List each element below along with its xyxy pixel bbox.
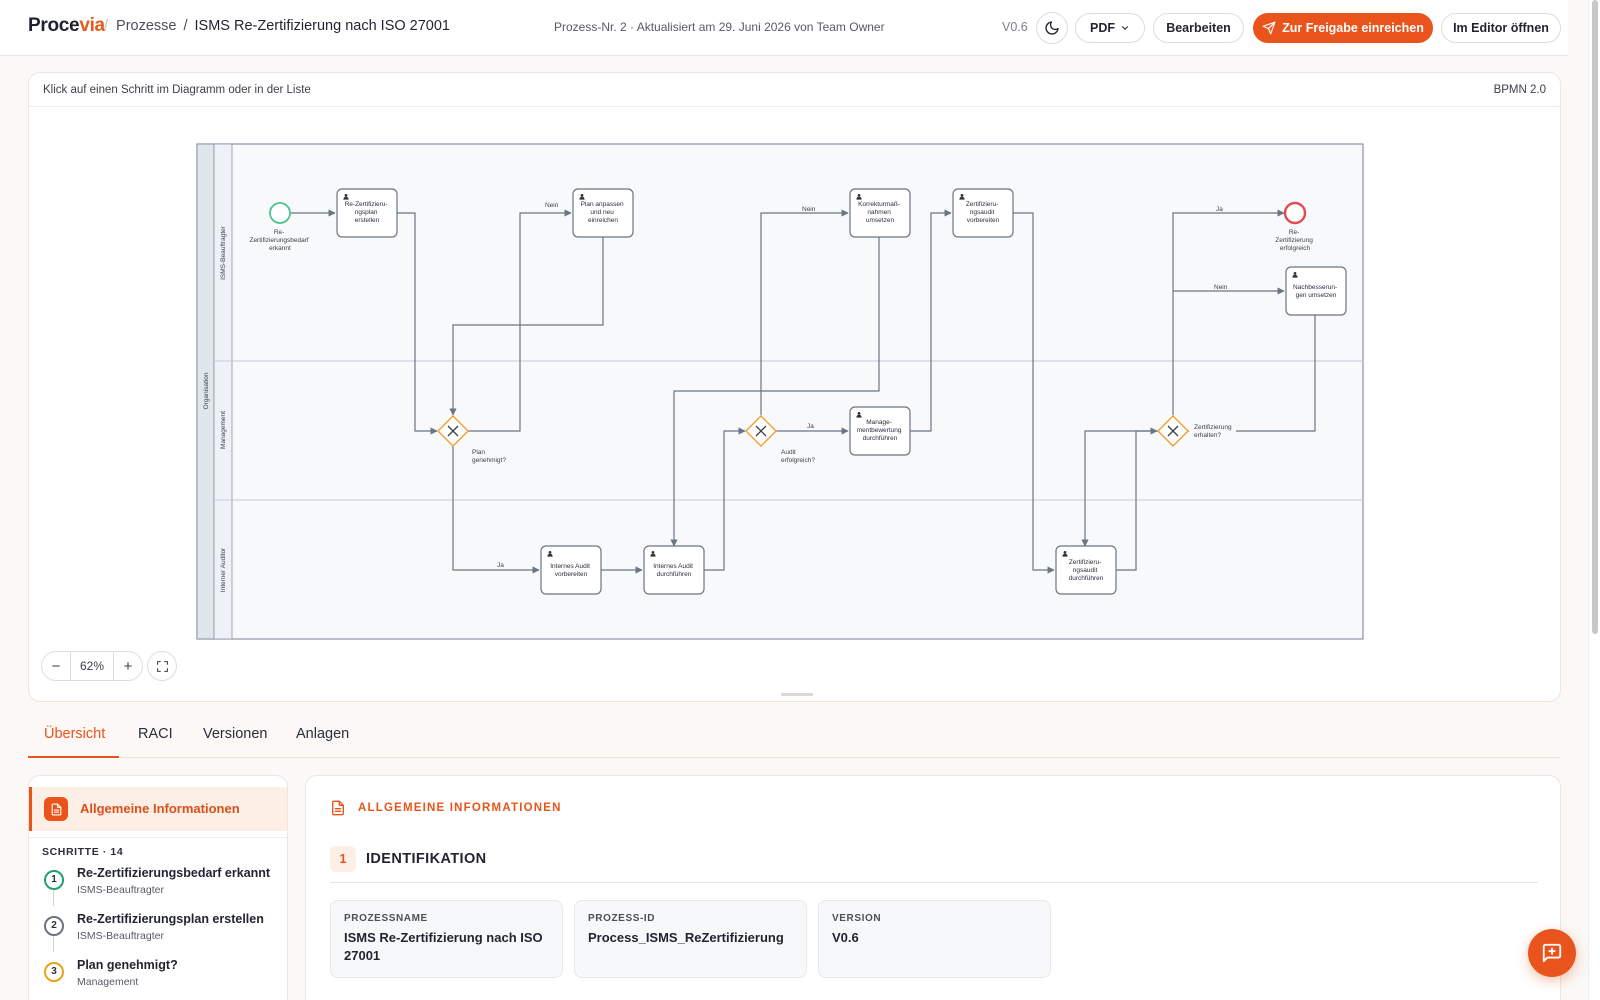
fullscreen-icon bbox=[156, 660, 168, 672]
sidebar-item-label: Allgemeine Informationen bbox=[80, 801, 240, 816]
svg-text:Zertifizieru- ngsaud: Zertifizieru- ngsaudit vorbereiten bbox=[966, 201, 1000, 224]
feedback-button[interactable] bbox=[1528, 929, 1576, 977]
tab-anlagen[interactable]: Anlagen bbox=[296, 726, 349, 742]
fit-to-screen-button[interactable] bbox=[147, 651, 177, 681]
field-process-id: PROZESS-ID Process_ISMS_ReZertifizierung bbox=[574, 900, 807, 978]
step-title: Plan genehmigt? bbox=[77, 958, 178, 972]
step-title: Re-Zertifizierungsbedarf erkannt bbox=[77, 866, 271, 880]
field-version: VERSION V0.6 bbox=[818, 900, 1051, 978]
breadcrumb: / Prozesse / ISMS Re-Zertifizierung nach… bbox=[104, 18, 450, 34]
zoom-out-button[interactable]: − bbox=[42, 658, 70, 675]
svg-text:Zertifizieru- ngsaud: Zertifizieru- ngsaudit durchführen bbox=[1069, 559, 1104, 582]
flow-label-no: Nein bbox=[545, 202, 559, 209]
steps-heading: SCHRITTE · 14 bbox=[42, 846, 124, 858]
section-number-badge: 1 bbox=[330, 846, 356, 872]
step-role: ISMS-Beauftragter bbox=[77, 930, 164, 942]
task-zertifizierungsaudit-vorbereiten[interactable]: Zertifizieru- ngsaudit vorbereiten bbox=[952, 188, 1014, 238]
chevron-down-icon bbox=[1121, 26, 1129, 30]
step-number: 3 bbox=[44, 962, 64, 982]
task-plan-erstellen[interactable]: Re-Zertifizieru- ngsplan erstellen bbox=[336, 188, 398, 238]
svg-text:Nachbesserun- gen um: Nachbesserun- gen umsetzen bbox=[1293, 284, 1339, 299]
zoom-in-button[interactable]: + bbox=[114, 658, 142, 675]
step-item[interactable]: 1 Re-Zertifizierungsbedarf erkannt ISMS-… bbox=[41, 866, 281, 906]
field-process-name: PROZESSNAME ISMS Re-Zertifizierung nach … bbox=[330, 900, 563, 978]
bpmn-canvas[interactable]: Organisation ISMS-Beauftragter Managemen… bbox=[29, 73, 1562, 703]
scrollbar-thumb[interactable] bbox=[1592, 0, 1598, 634]
pool-label: Organisation bbox=[203, 372, 210, 409]
step-role: Management bbox=[77, 976, 139, 988]
page-title: ISMS Re-Zertifizierung nach ISO 27001 bbox=[194, 18, 450, 34]
resize-handle[interactable] bbox=[781, 693, 813, 696]
steps-sidebar: Allgemeine Informationen SCHRITTE · 14 1… bbox=[28, 775, 288, 1000]
logo[interactable]: Procevia bbox=[28, 15, 105, 37]
svg-text:Internes Audit vorbe: Internes Audit vorbereiten bbox=[550, 563, 592, 578]
process-meta: Prozess-Nr. 2 · Aktualisiert am 29. Juni… bbox=[554, 20, 885, 34]
flow-label-yes: Ja bbox=[1216, 206, 1223, 213]
open-in-editor-button[interactable]: Im Editor öffnen bbox=[1441, 13, 1561, 43]
send-icon bbox=[1262, 21, 1276, 35]
edit-button[interactable]: Bearbeiten bbox=[1153, 13, 1244, 43]
zoom-level: 62% bbox=[70, 651, 114, 681]
pdf-button[interactable]: PDF bbox=[1075, 13, 1145, 43]
tab-bar: Übersicht RACI Versionen Anlagen bbox=[28, 718, 1561, 758]
zoom-control: − 62% + bbox=[41, 651, 143, 681]
flow-label-no: Nein bbox=[1214, 284, 1228, 291]
lane-label: Interner Auditor bbox=[220, 547, 227, 592]
diagram-card: Klick auf einen Schritt im Diagramm oder… bbox=[28, 72, 1561, 702]
step-role: ISMS-Beauftragter bbox=[77, 884, 164, 896]
top-bar: Procevia / Prozesse / ISMS Re-Zertifizie… bbox=[0, 0, 1568, 56]
flow-label-no: Nein bbox=[802, 206, 816, 213]
sidebar-item-general-info[interactable]: Allgemeine Informationen bbox=[29, 787, 287, 831]
task-plan-anpassen[interactable]: Plan anpassen und neu einreichen bbox=[572, 188, 634, 238]
message-plus-icon bbox=[1542, 943, 1562, 963]
moon-icon bbox=[1045, 21, 1059, 35]
svg-text:Internes Audit durch: Internes Audit durchführen bbox=[653, 563, 695, 578]
tab-uebersicht[interactable]: Übersicht bbox=[44, 726, 105, 742]
lane-label: Management bbox=[220, 411, 227, 449]
step-number: 2 bbox=[44, 916, 64, 936]
theme-toggle-button[interactable] bbox=[1036, 12, 1068, 44]
task-internes-audit-vorbereiten[interactable]: Internes Audit vorbereiten bbox=[540, 545, 602, 595]
task-managementbewertung[interactable]: Manage- mentbewertung durchführen bbox=[849, 406, 911, 456]
lane-label: ISMS-Beauftragter bbox=[220, 225, 227, 280]
step-item[interactable]: 2 Re-Zertifizierungsplan erstellen ISMS-… bbox=[41, 912, 281, 952]
step-title: Re-Zertifizierungsplan erstellen bbox=[77, 912, 264, 926]
flow-label-yes: Ja bbox=[497, 562, 504, 569]
document-icon bbox=[332, 800, 344, 816]
tab-versionen[interactable]: Versionen bbox=[203, 726, 268, 742]
step-number: 1 bbox=[44, 870, 64, 890]
identification-heading: 1 IDENTIFIKATION bbox=[330, 846, 487, 872]
step-item[interactable]: 3 Plan genehmigt? Management bbox=[41, 958, 281, 998]
document-icon bbox=[44, 797, 68, 821]
tab-raci[interactable]: RACI bbox=[138, 726, 173, 742]
task-internes-audit-durchfuehren[interactable]: Internes Audit durchführen bbox=[643, 545, 705, 595]
breadcrumb-parent-link[interactable]: Prozesse bbox=[116, 18, 176, 34]
task-nachbesserungen[interactable]: Nachbesserun- gen umsetzen bbox=[1285, 266, 1347, 316]
version-label: V0.6 bbox=[1002, 20, 1028, 34]
section-title: ALLGEMEINE INFORMATIONEN bbox=[330, 800, 562, 816]
submit-for-approval-button[interactable]: Zur Freigabe einreichen bbox=[1253, 13, 1433, 43]
active-tab-indicator bbox=[28, 756, 119, 758]
general-info-panel: ALLGEMEINE INFORMATIONEN 1 IDENTIFIKATIO… bbox=[305, 775, 1561, 1000]
flow-label-yes: Ja bbox=[807, 423, 814, 430]
task-korrekturmassnahmen[interactable]: Korrekturmaß- nahmen umsetzen bbox=[849, 188, 911, 238]
task-zertifizierungsaudit-durchfuehren[interactable]: Zertifizieru- ngsaudit durchführen bbox=[1055, 545, 1117, 595]
